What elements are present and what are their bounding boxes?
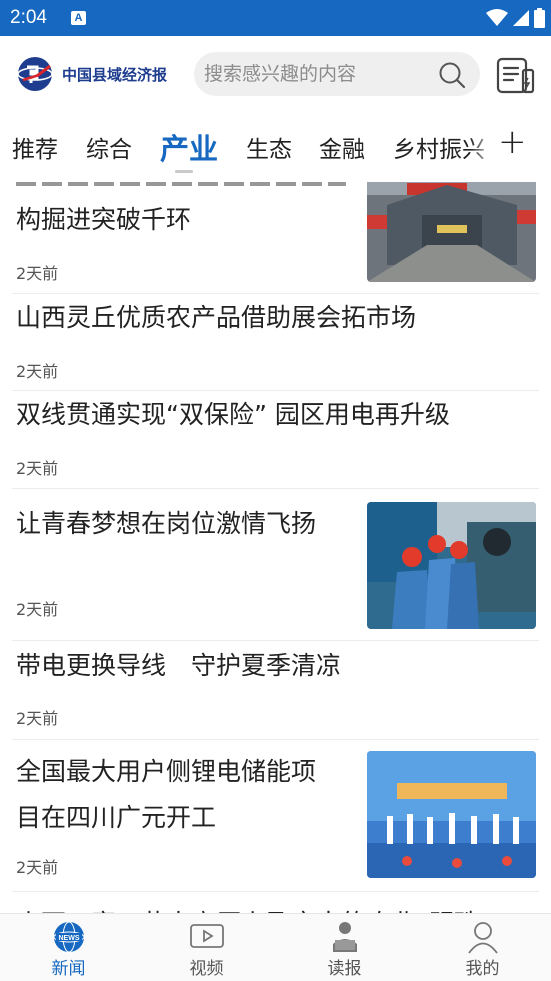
search-icon[interactable] — [438, 61, 466, 89]
news-globe-icon: NEWS — [53, 921, 84, 953]
article-time: 2天前 — [16, 362, 59, 381]
list-item[interactable]: 山西五寨：黄土高原上孕育出的农业“明珠” — [0, 892, 551, 913]
article-title: 构掘进突破千环 — [16, 205, 192, 234]
divider — [12, 640, 539, 641]
battery-icon — [534, 8, 545, 28]
wifi-icon — [486, 9, 508, 26]
list-item[interactable]: 让青春梦想在岗位激情飞扬 2天前 — [0, 490, 551, 642]
reader-icon — [332, 922, 357, 952]
signal-icon — [513, 10, 529, 26]
divider — [12, 739, 539, 740]
list-item[interactable]: 带电更换导线 守护夏季清凉 2天前 — [0, 642, 551, 742]
tab-recommend[interactable]: 推荐 — [12, 130, 58, 164]
article-title-line-1: 全国最大用户侧锂电储能项 — [16, 757, 317, 786]
status-time: 2:04 — [10, 7, 47, 28]
news-feed[interactable]: 构掘进突破千环 2天前 山西灵丘优质农产品借助展会拓市场 2天前 双线贯通实现“… — [0, 182, 551, 913]
tunnel-factory-photo — [367, 182, 536, 282]
video-icon — [189, 924, 224, 948]
list-item[interactable]: 构掘进突破千环 2天前 — [0, 182, 551, 294]
nav-news[interactable]: NEWS 新闻 — [0, 914, 137, 981]
list-item[interactable]: 全国最大用户侧锂电储能项 目在四川广元开工 2天前 — [0, 742, 551, 892]
nav-video-label: 视频 — [189, 959, 224, 979]
app-logo-icon[interactable] — [17, 56, 53, 92]
article-time: 2天前 — [16, 264, 59, 283]
nav-reader[interactable]: 读报 — [276, 914, 413, 981]
notification-a-icon: A — [71, 11, 86, 25]
tab-more-icon[interactable]: + — [498, 122, 527, 162]
category-tabs: 推荐 综合 产业 生态 金融 乡村振兴 + — [0, 118, 551, 182]
svg-text:NEWS: NEWS — [58, 935, 79, 942]
ceremony-stage-photo — [367, 751, 536, 878]
article-time: 2天前 — [16, 858, 59, 877]
status-icons — [486, 8, 545, 28]
bottom-nav: NEWS 新闻 视频 读报 我的 — [0, 913, 551, 981]
tab-finance[interactable]: 金融 — [319, 130, 365, 164]
app-logo-text: 中国县域经济报 — [62, 66, 168, 84]
article-time: 2天前 — [16, 459, 59, 478]
tab-fade — [470, 118, 496, 182]
newspaper-icon[interactable] — [496, 55, 536, 95]
tab-general[interactable]: 综合 — [86, 130, 132, 164]
article-time: 2天前 — [16, 709, 59, 728]
nav-reader-label: 读报 — [327, 959, 362, 979]
search-box[interactable] — [194, 52, 480, 96]
nav-profile-label: 我的 — [465, 959, 500, 979]
list-item[interactable]: 双线贯通实现“双保险” 园区用电再升级 2天前 — [0, 391, 551, 490]
search-input[interactable] — [204, 60, 424, 88]
article-time: 2天前 — [16, 600, 59, 619]
tab-active-indicator — [175, 170, 193, 173]
article-title: 山西五寨：黄土高原上孕育出的农业“明珠” — [16, 900, 492, 913]
nav-news-label: 新闻 — [51, 959, 86, 979]
nav-video[interactable]: 视频 — [138, 914, 275, 981]
app-header: 中国县域经济报 — [0, 36, 551, 114]
article-title: 让青春梦想在岗位激情飞扬 — [16, 509, 317, 538]
article-title: 双线贯通实现“双保险” 园区用电再升级 — [16, 400, 450, 429]
workers-helmets-photo — [367, 502, 536, 629]
article-title-line-2: 目在四川广元开工 — [16, 803, 217, 832]
status-bar: 2:04 A — [0, 0, 551, 36]
profile-icon — [467, 922, 498, 954]
clipped-title-line — [16, 182, 346, 186]
nav-profile[interactable]: 我的 — [414, 914, 551, 981]
article-title: 带电更换导线 守护夏季清凉 — [16, 651, 342, 680]
divider — [12, 488, 539, 489]
list-item[interactable]: 山西灵丘优质农产品借助展会拓市场 2天前 — [0, 294, 551, 392]
tab-industry[interactable]: 产业 — [160, 126, 218, 168]
article-title: 山西灵丘优质农产品借助展会拓市场 — [16, 303, 417, 332]
tab-ecology[interactable]: 生态 — [246, 130, 292, 164]
